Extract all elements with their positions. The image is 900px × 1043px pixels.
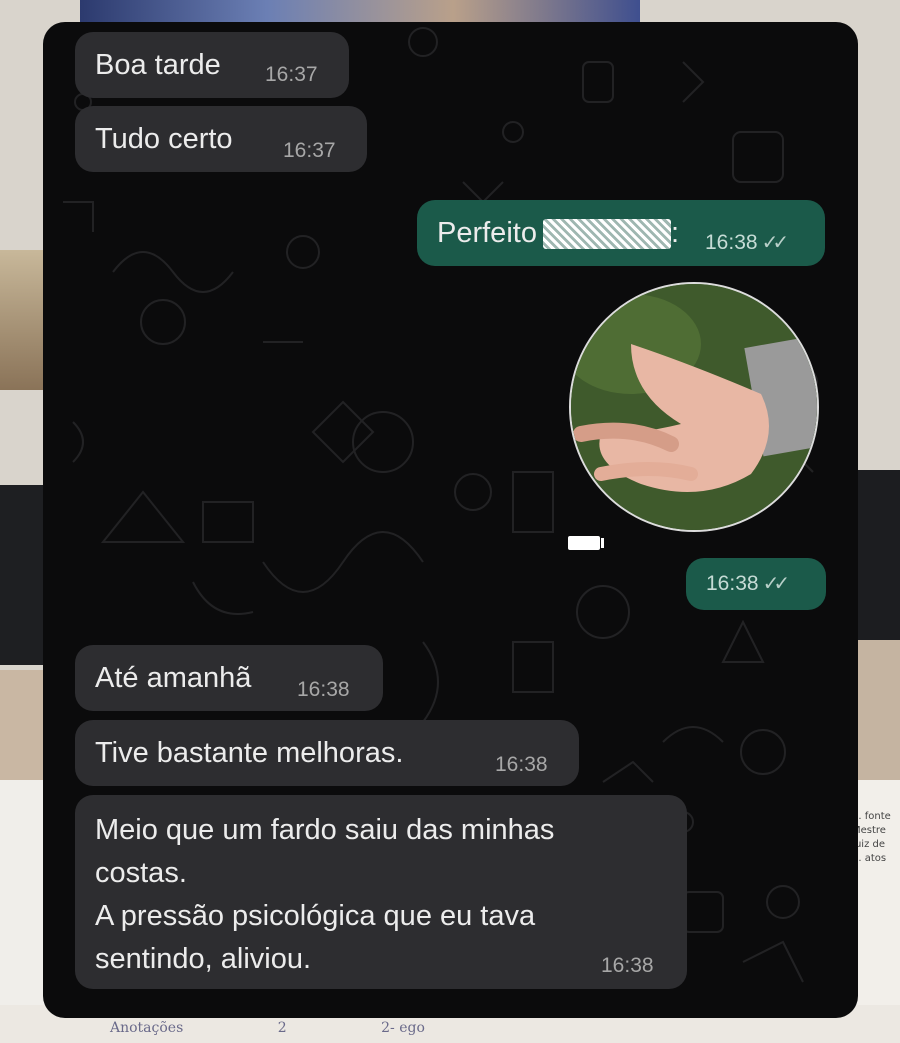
- message-text-visible: Perfeito: [437, 217, 537, 249]
- note-line: 2. fonte: [852, 811, 891, 822]
- message-bubble-outgoing[interactable]: Perfeito: 16:38 ✓✓: [417, 200, 825, 266]
- message-text-line: sentindo, aliviou.: [95, 943, 312, 975]
- chat-panel[interactable]: Boa tarde 16:37 Tudo certo 16:37 Perfeit…: [43, 22, 858, 1018]
- hand-image-icon: [571, 284, 817, 530]
- message-bubble-incoming[interactable]: Meio que um fardo saiu das minhas costas…: [75, 795, 687, 989]
- note-text: Anotações: [110, 1020, 184, 1036]
- message-bubble-incoming[interactable]: Tive bastante melhoras. 16:38: [75, 720, 579, 786]
- message-bubble-incoming[interactable]: Boa tarde 16:37: [75, 32, 349, 98]
- message-time: 16:38: [297, 678, 350, 701]
- message-text-line: costas.: [95, 857, 187, 889]
- message-text: Tive bastante melhoras.: [95, 737, 404, 769]
- note-line: Mestre: [852, 825, 886, 836]
- message-text-line: Meio que um fardo saiu das minhas: [95, 814, 555, 846]
- double-check-icon: ✓✓: [762, 573, 790, 595]
- double-check-icon: ✓✓: [761, 232, 789, 254]
- background-keyboard-right: [852, 470, 900, 640]
- message-time: 16:38: [601, 954, 654, 977]
- message-time-text: 16:38: [705, 231, 758, 254]
- redacted-name: [542, 219, 671, 250]
- background-notes-right: 2. fonte Mestre Juiz de 6. atos: [852, 810, 898, 866]
- message-bubble-incoming[interactable]: Até amanhã 16:38: [75, 645, 383, 711]
- note-text: 2: [277, 1020, 287, 1036]
- background-desk-right: [852, 640, 900, 790]
- message-time: 16:38 ✓✓: [706, 572, 790, 596]
- message-time: 16:37: [265, 63, 318, 86]
- message-time: 16:38: [495, 753, 548, 776]
- message-text-suffix: :: [670, 217, 680, 249]
- redacted-sticker: [568, 536, 604, 550]
- message-text-line: A pressão psicológica que eu tava: [95, 900, 536, 932]
- video-note-thumbnail[interactable]: [569, 282, 819, 532]
- message-time: 16:38 ✓✓: [705, 231, 789, 255]
- video-note-time-bubble[interactable]: 16:38 ✓✓: [686, 558, 826, 610]
- note-text: 2- ego: [381, 1020, 425, 1036]
- note-line: 6. atos: [852, 853, 887, 864]
- note-line: Juiz de: [852, 839, 885, 850]
- message-bubble-incoming[interactable]: Tudo certo 16:37: [75, 106, 367, 172]
- background-notes-bottom: Anotações 2 2- ego: [110, 1020, 515, 1036]
- message-time-text: 16:38: [706, 572, 759, 595]
- message-time: 16:37: [283, 139, 336, 162]
